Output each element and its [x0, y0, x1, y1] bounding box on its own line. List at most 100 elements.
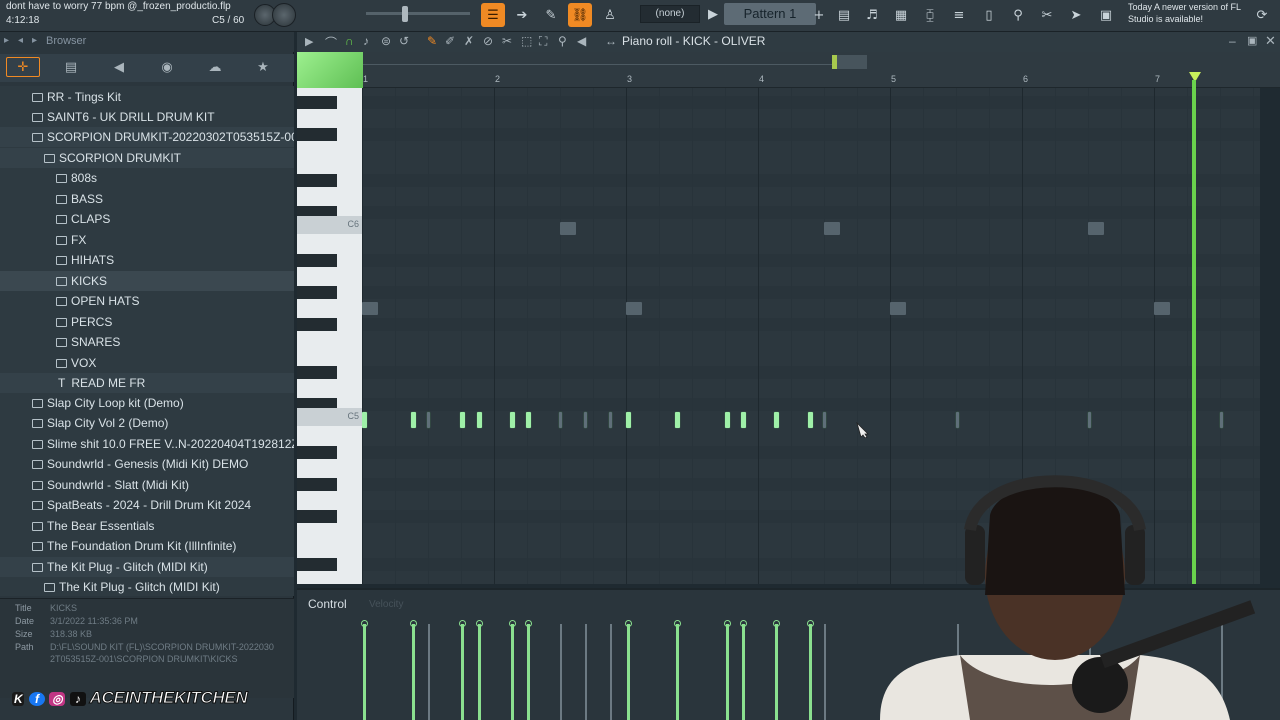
step-icon[interactable]: ➔	[510, 3, 534, 27]
arrows-icon[interactable]: ↔	[605, 34, 617, 48]
plugin-icon[interactable]: ⚲	[1006, 3, 1030, 27]
velocity-bar[interactable]	[742, 624, 745, 720]
note[interactable]	[774, 412, 779, 428]
tree-item[interactable]: SAINT6 - UK DRILL DRUM KIT	[0, 107, 294, 127]
draw-icon[interactable]: ✎	[539, 3, 563, 27]
undo-icon[interactable]: ↺	[399, 34, 409, 48]
sounds-tab[interactable]: ◉	[150, 57, 184, 77]
tree-item[interactable]: The Bear Essentials	[0, 516, 294, 536]
note[interactable]	[626, 412, 631, 428]
velocity-bar[interactable]	[809, 624, 812, 720]
note[interactable]	[411, 412, 416, 428]
tools-menu-icon[interactable]: ⊜	[381, 34, 391, 48]
forward-icon[interactable]: ▸	[32, 35, 37, 46]
black-key[interactable]	[297, 254, 337, 267]
tree-item[interactable]: Slime shit 10.0 FREE V..N-20220404T19281…	[0, 434, 294, 454]
tree-item[interactable]: HIHATS	[0, 250, 294, 270]
velocity-bar[interactable]	[412, 624, 415, 720]
update-icon[interactable]: ⟳	[1250, 3, 1274, 27]
arrow-icon[interactable]: ➤	[1064, 3, 1088, 27]
main-slider-track[interactable]	[366, 12, 470, 15]
note[interactable]	[725, 412, 730, 428]
note[interactable]	[460, 412, 465, 428]
tree-item[interactable]: PERCS	[0, 312, 294, 332]
tree-item[interactable]: Slap City Loop kit (Demo)	[0, 393, 294, 413]
velocity-bar[interactable]	[775, 624, 778, 720]
maximize-icon[interactable]: ▣	[1247, 34, 1257, 47]
zoom-icon[interactable]: ⚲	[558, 34, 567, 48]
cloud-tab[interactable]: ☁	[198, 57, 232, 77]
tree-item[interactable]: BASS	[0, 189, 294, 209]
project-icon[interactable]: ▯	[977, 3, 1001, 27]
pattern-selector[interactable]: Pattern 1	[724, 3, 816, 25]
black-key[interactable]	[297, 478, 337, 491]
close-icon[interactable]: ✕	[1265, 33, 1276, 49]
options-arrow-icon[interactable]: ▶	[305, 35, 313, 48]
browser-icon[interactable]: ≡	[947, 3, 971, 27]
mute-icon[interactable]: ⊘	[483, 34, 493, 48]
select-icon[interactable]: ⬚	[521, 34, 532, 48]
velocity-handle[interactable]	[410, 620, 417, 627]
slice-icon[interactable]: ✂	[502, 34, 512, 48]
favorites-tab[interactable]: ★	[246, 57, 280, 77]
velocity-bar[interactable]	[726, 624, 729, 720]
playlist-view-icon[interactable]: ▤	[832, 3, 856, 27]
back-icon[interactable]: ◂	[18, 35, 23, 46]
tree-item[interactable]: SpatBeats - 2024 - Drill Drum Kit 2024	[0, 495, 294, 515]
velocity-handle[interactable]	[724, 620, 731, 627]
note[interactable]	[362, 412, 367, 428]
velocity-handle[interactable]	[476, 620, 483, 627]
minimize-icon[interactable]: –	[1229, 34, 1236, 48]
tree-item[interactable]: Slap City Vol 2 (Demo)	[0, 413, 294, 433]
all-files-tab[interactable]: ✛	[6, 57, 40, 77]
tree-item[interactable]: VOX	[0, 353, 294, 373]
main-slider-handle[interactable]	[402, 6, 408, 22]
control-selector[interactable]: Control	[308, 597, 347, 611]
velocity-bar[interactable]	[478, 624, 481, 720]
plugin-database-tab[interactable]: ◀	[102, 57, 136, 77]
black-key[interactable]	[297, 446, 337, 459]
pattern-none-selector[interactable]: (none)	[640, 5, 700, 23]
play-arrow-icon[interactable]: ▶	[705, 4, 721, 24]
tree-item[interactable]: The Foundation Drum Kit (IllInfinite)	[0, 536, 294, 556]
black-key[interactable]	[297, 128, 337, 141]
velocity-bar[interactable]	[461, 624, 464, 720]
tree-item[interactable]: 808s	[0, 168, 294, 188]
master-pitch-knob[interactable]	[272, 3, 296, 27]
note[interactable]	[510, 412, 515, 428]
delete-icon[interactable]: ✗	[464, 34, 474, 48]
channel-rack-icon[interactable]: ▦	[889, 3, 913, 27]
magnet-icon[interactable]: ⌒	[325, 34, 337, 51]
metronome-icon[interactable]: ♙	[598, 3, 622, 27]
shop-icon[interactable]: ▣	[1094, 3, 1118, 27]
link-icon[interactable]: ⛓	[568, 3, 592, 27]
brush-icon[interactable]: ✐	[445, 34, 455, 48]
mixer-icon[interactable]: ⧮	[918, 3, 942, 27]
tree-item[interactable]: Soundwrld - Slatt (Midi Kit)	[0, 475, 294, 495]
velocity-handle[interactable]	[361, 620, 368, 627]
velocity-bar[interactable]	[676, 624, 679, 720]
velocity-handle[interactable]	[625, 620, 632, 627]
velocity-handle[interactable]	[459, 620, 466, 627]
news-panel[interactable]: Today A newer version of FL Studio is av…	[1128, 1, 1248, 25]
add-pattern-button[interactable]: +	[812, 3, 826, 27]
velocity-handle[interactable]	[509, 620, 516, 627]
piano-roll-view-icon[interactable]: ♬	[860, 3, 884, 27]
tree-item-selected[interactable]: KICKS	[0, 271, 294, 291]
note-icon[interactable]: ♪	[363, 34, 369, 48]
tree-item[interactable]: SCORPION DRUMKIT	[0, 148, 294, 168]
black-key[interactable]	[297, 96, 337, 109]
speaker-icon[interactable]: ◀	[577, 34, 586, 48]
tree-item[interactable]: T READ ME FR	[0, 373, 294, 393]
tree-item[interactable]: SNARES	[0, 332, 294, 352]
fit-icon[interactable]: ⛶	[539, 34, 547, 49]
velocity-handle[interactable]	[773, 620, 780, 627]
black-key[interactable]	[297, 510, 337, 523]
tools-icon[interactable]: ✂	[1035, 3, 1059, 27]
velocity-handle[interactable]	[807, 620, 814, 627]
note[interactable]	[526, 412, 531, 428]
note[interactable]	[675, 412, 680, 428]
black-key[interactable]	[297, 318, 337, 331]
velocity-handle[interactable]	[740, 620, 747, 627]
pencil-icon[interactable]: ✎	[427, 34, 437, 48]
